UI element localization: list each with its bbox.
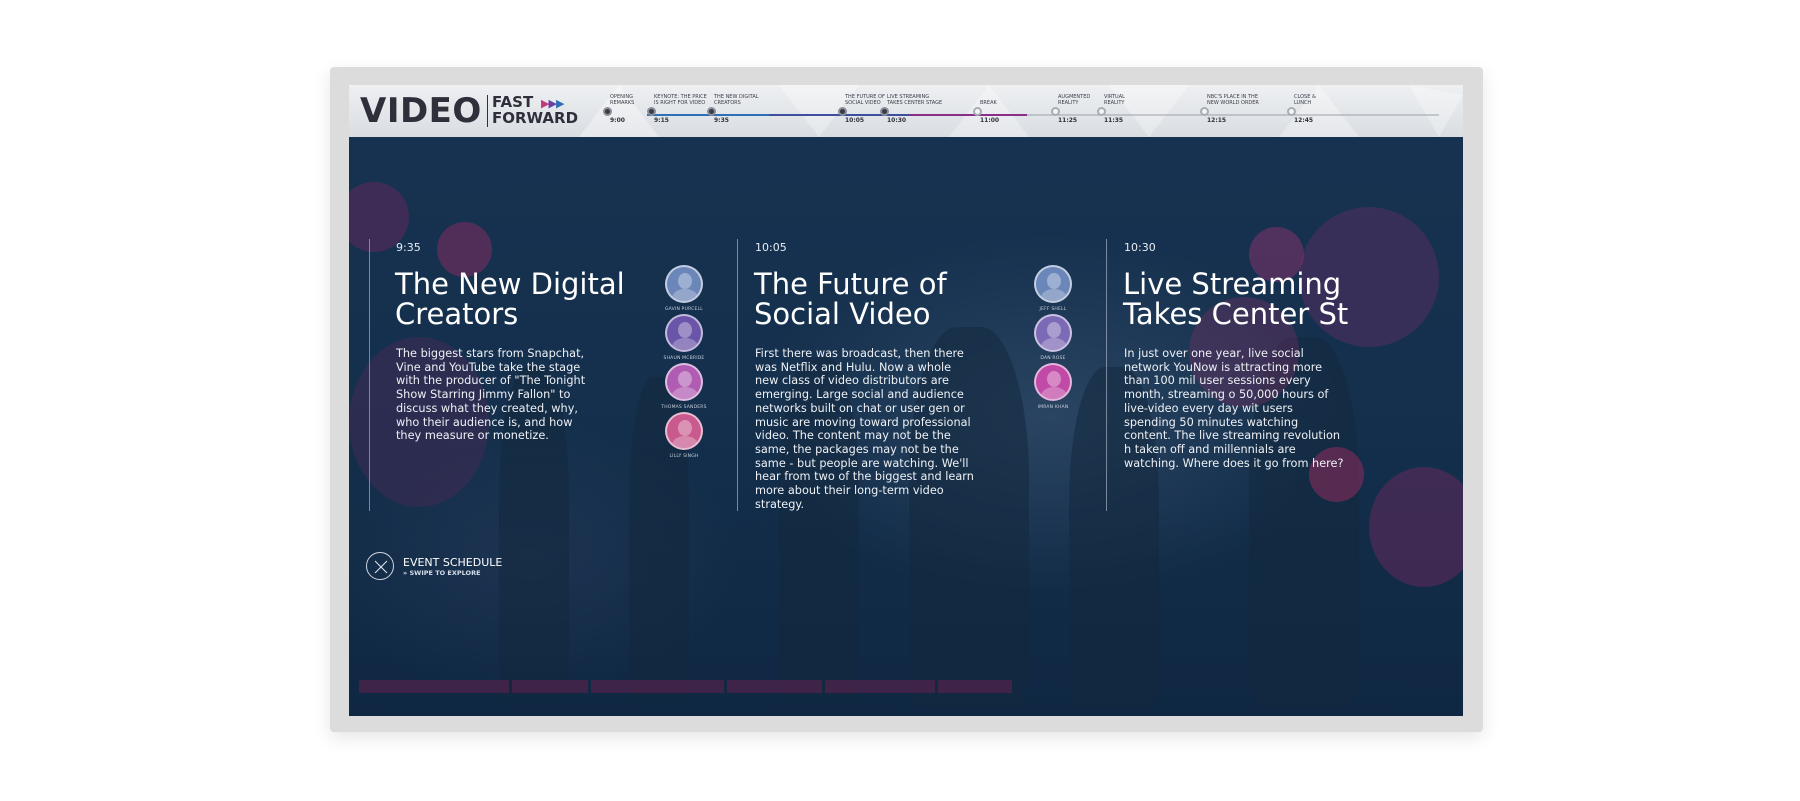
timeline-stop-label[interactable]: CLOSE & LUNCH [1294,94,1316,106]
progress-segment [727,680,822,693]
timeline-stop-time: 10:05 [845,117,865,124]
speaker-card[interactable]: SHAUN MCBRIDE [654,314,714,361]
speaker-name: THOMAS SANDERS [661,405,707,410]
timeline-stop-dot[interactable] [1200,107,1209,116]
progress-segment [825,680,935,693]
session-time: 10:05 [755,241,787,254]
avatar [1034,363,1072,401]
timeline-stop-dot[interactable] [838,107,847,116]
avatar [665,265,703,303]
speaker-name: DAN ROSE [1040,356,1066,361]
progress-segment [591,680,724,693]
avatar [665,412,703,450]
timeline-stop-time: 9:15 [654,117,669,124]
speaker-card[interactable]: DAN ROSE [1023,314,1083,361]
timeline-stop-dot[interactable] [603,107,612,116]
session-time: 9:35 [396,241,421,254]
session-title[interactable]: The Future of Social Video [754,269,947,329]
speaker-card[interactable]: THOMAS SANDERS [654,363,714,410]
session-title[interactable]: The New Digital Creators [395,269,625,329]
session-title-line: Live Streaming [1123,267,1342,301]
session-description: In just over one year, live social netwo… [1124,347,1344,470]
timeline-stop-time: 12:45 [1294,117,1314,124]
speaker-card[interactable]: LILLY SINGH [654,412,714,459]
timeline-stop-dot[interactable] [973,107,982,116]
timeline-stop-label[interactable]: BREAK [980,100,997,106]
header-bar: VIDEO FAST FORWARD ▶▶▶ OPENING REMARKS 9:0… [349,85,1463,137]
timeline-stop-label[interactable]: LIVE STREAMING TAKES CENTER STAGE [887,94,942,106]
timeline-stop-label[interactable]: OPENING REMARKS [610,94,634,106]
speaker-name: JEFF SHELL [1039,307,1067,312]
timeline-stop-time: 11:25 [1058,117,1078,124]
timeline-stop-dot[interactable] [1097,107,1106,116]
timeline-stop-time: 9:35 [714,117,729,124]
progress-segment [938,680,1012,693]
speaker-name: IMRAN KHAN [1037,405,1069,410]
timeline-stop-label[interactable]: AUGMENTED REALITY [1058,94,1090,106]
session-description: First there was broadcast, then there wa… [755,347,974,511]
timeline-stop-dot[interactable] [707,107,716,116]
session-title-line: The New Digital [395,267,625,301]
column-divider [737,239,738,511]
timeline-stop-dot[interactable] [1287,107,1296,116]
session-time: 10:30 [1124,241,1156,254]
schedule-subtitle: » SWIPE TO EXPLORE [403,569,481,577]
speaker-name: GAVIN PURCELL [665,307,703,312]
session-title-line: Creators [395,297,519,331]
session-description: The biggest stars from Snapchat, Vine an… [396,347,586,443]
avatar [1034,265,1072,303]
timeline-stop-dot[interactable] [1051,107,1060,116]
session-title[interactable]: Live Streaming Takes Center St [1123,269,1348,329]
timeline-stop-label[interactable]: NBC'S PLACE IN THE NEW WORLD ORDER [1207,94,1259,106]
column-divider [369,239,370,511]
timeline-stop-label[interactable]: VIRTUAL REALITY [1104,94,1125,106]
timeline-stop-dot[interactable] [647,107,656,116]
session-title-line: The Future of [754,267,947,301]
schedule-title: EVENT SCHEDULE [403,556,503,569]
avatar [665,363,703,401]
avatar [665,314,703,352]
timeline-stop-label[interactable]: KEYNOTE: THE PRICE IS RIGHT FOR VIDEO [654,94,707,106]
timeline-stop-time: 11:35 [1104,117,1124,124]
timeline-stop-label[interactable]: THE NEW DIGITAL CREATORS [714,94,759,106]
speaker-card[interactable]: GAVIN PURCELL [654,265,714,312]
speaker-name: SHAUN MCBRIDE [663,356,705,361]
timeline-stop-time: 12:15 [1207,117,1227,124]
kiosk-screen: VIDEO FAST FORWARD ▶▶▶ OPENING REMARKS 9:0… [349,85,1463,716]
speaker-name: LILLY SINGH [669,454,699,459]
timeline-stop-label[interactable]: THE FUTURE OF SOCIAL VIDEO [845,94,885,106]
timeline-stop-time: 9:00 [610,117,625,124]
session-title-line: Takes Center St [1123,297,1349,331]
close-x-icon[interactable] [366,552,394,580]
progress-segment [359,680,509,693]
avatar [1034,314,1072,352]
timeline-stop-time: 10:30 [887,117,907,124]
timeline-stop-dot[interactable] [880,107,889,116]
column-divider [1106,239,1107,511]
speaker-card[interactable]: IMRAN KHAN [1023,363,1083,410]
timeline-stop-time: 11:00 [980,117,1000,124]
progress-segment [512,680,588,693]
session-title-line: Social Video [754,297,931,331]
speaker-card[interactable]: JEFF SHELL [1023,265,1083,312]
